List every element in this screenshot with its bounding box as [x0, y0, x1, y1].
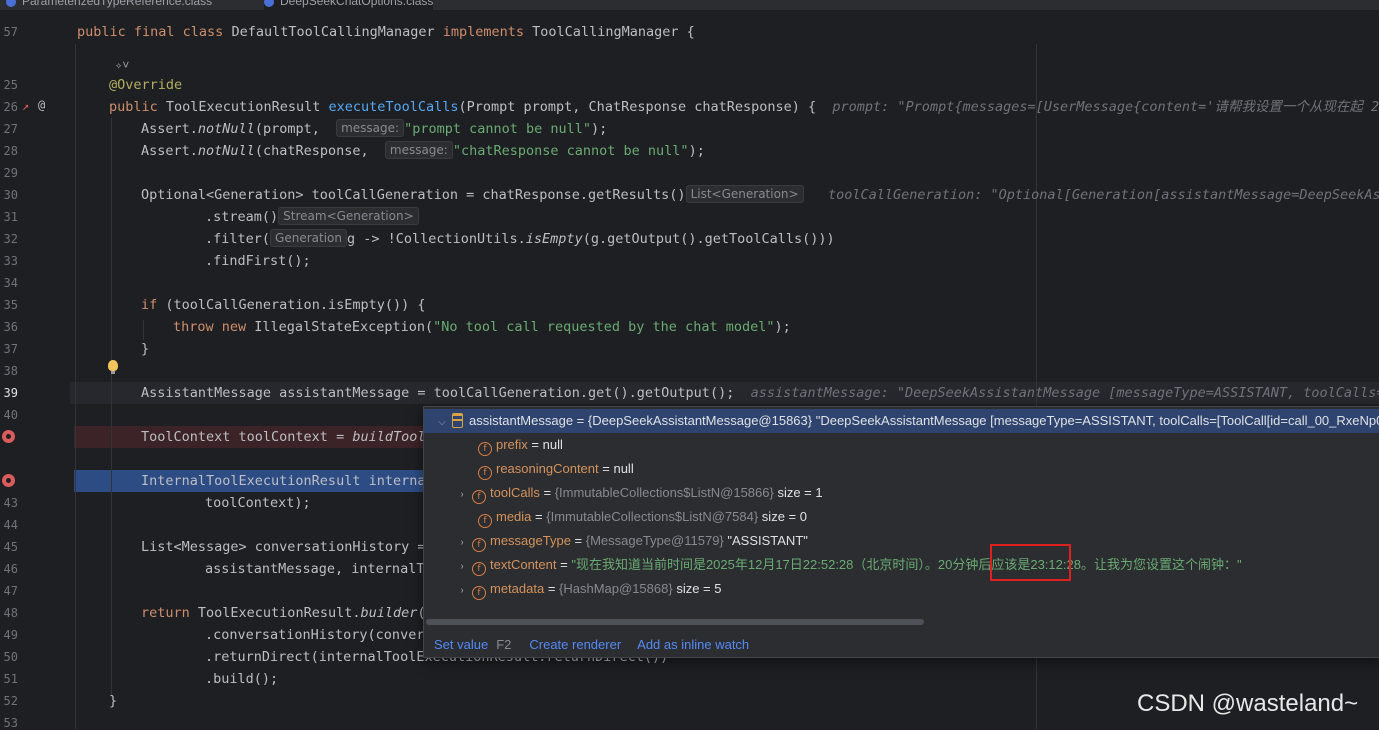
code-line: @Override	[109, 77, 183, 93]
inline-debug-hint: toolCallGeneration: "Optional[Generation…	[827, 187, 1379, 203]
popup-field-row[interactable]: › f textContent = "现在我知道当前时间是2025年12月17日22…	[456, 553, 1242, 577]
type-hint: List<Generation>	[685, 185, 804, 203]
chevron-right-icon[interactable]: ›	[456, 531, 468, 555]
inline-debug-hint: prompt: "Prompt{messages=[UserMessage{co…	[832, 99, 1379, 115]
code-line: Assert.notNull(prompt, message: "prompt c…	[141, 119, 608, 137]
chevron-right-icon[interactable]: ›	[456, 483, 468, 507]
popup-field-row[interactable]: f reasoningContent = null	[474, 457, 634, 481]
code-line: throw new IllegalStateException("No tool…	[173, 319, 791, 335]
code-line: if (toolCallGeneration.isEmpty()) {	[141, 297, 426, 313]
code-line: return ToolExecutionResult.builder(	[141, 605, 426, 621]
field-icon: f	[472, 586, 486, 600]
popup-field-row[interactable]: › f metadata = {HashMap@15868} size = 5	[456, 577, 721, 601]
set-value-link[interactable]: Set value	[434, 637, 488, 652]
debug-value-popup[interactable]: ⌵ assistantMessage = {DeepSeekAssistantMe…	[423, 406, 1379, 658]
code-line: .conversationHistory(conver	[205, 627, 425, 643]
highlight-annotation-box	[990, 544, 1071, 581]
field-icon: f	[478, 466, 492, 480]
field-icon: f	[478, 514, 492, 528]
code-line: public ToolExecutionResult executeToolCa…	[109, 96, 1379, 118]
inline-debug-hint: assistantMessage: "DeepSeekAssistantMess…	[750, 385, 1379, 401]
param-hint: message:	[336, 119, 405, 137]
code-line: toolContext);	[205, 495, 311, 511]
variable-icon	[452, 413, 463, 428]
code-line: .filter(Generation g -> !CollectionUtils.…	[205, 229, 835, 247]
code-line: public final class DefaultToolCallingMan…	[77, 24, 695, 40]
shortcut-label: F2	[496, 637, 512, 652]
chevron-right-icon[interactable]: ›	[456, 579, 468, 603]
watermark: CSDN @wasteland~	[1137, 690, 1359, 717]
code-line: }	[109, 693, 118, 709]
field-icon: f	[472, 562, 486, 576]
field-icon: f	[472, 538, 486, 552]
code-line: Optional<Generation> toolCallGeneration …	[141, 184, 1379, 206]
create-renderer-link[interactable]: Create renderer	[529, 637, 621, 652]
code-line: Assert.notNull(chatResponse, message: "ch…	[141, 141, 705, 159]
field-icon: f	[478, 442, 492, 456]
code-line: ToolContext toolContext = buildTool	[141, 429, 426, 445]
code-line: }	[141, 341, 150, 357]
param-hint: message:	[384, 141, 453, 159]
popup-field-row[interactable]: f prefix = null	[474, 433, 563, 457]
code-line: InternalToolExecutionResult interna	[141, 473, 426, 489]
code-line: .findFirst();	[205, 253, 311, 269]
chevron-right-icon[interactable]: ›	[456, 555, 468, 579]
code-line: .stream() Stream<Generation>	[205, 206, 419, 228]
type-hint: Stream<Generation>	[278, 207, 419, 225]
code-line: List<Message> conversationHistory =	[141, 539, 426, 555]
popup-field-row[interactable]: › f messageType = {MessageType@11579} "ASS…	[456, 529, 808, 553]
code-line: assistantMessage, internalT	[205, 561, 425, 577]
chevron-down-icon[interactable]: ⌵	[436, 411, 448, 435]
type-hint: Generation	[270, 229, 347, 247]
code-line: AssistantMessage assistantMessage = tool…	[141, 382, 1379, 404]
popup-field-row[interactable]: › f toolCalls = {ImmutableCollections$List…	[456, 481, 823, 505]
add-inline-watch-link[interactable]: Add as inline watch	[637, 637, 749, 652]
popup-footer: Set value F2 Create renderer Add as inline …	[424, 633, 1379, 657]
horizontal-scrollbar[interactable]	[426, 619, 924, 625]
popup-field-row[interactable]: f media = {ImmutableCollections$ListN@758…	[474, 505, 807, 529]
popup-root-row[interactable]: ⌵ assistantMessage = {DeepSeekAssistantMe…	[424, 409, 1379, 433]
field-icon: f	[472, 490, 486, 504]
code-line: .build();	[205, 671, 279, 687]
